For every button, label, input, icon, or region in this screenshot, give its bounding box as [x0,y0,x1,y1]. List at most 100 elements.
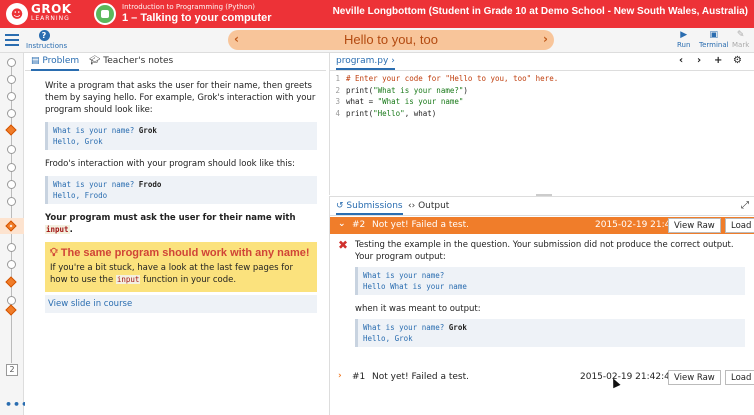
mark-label: Mark [732,41,750,49]
slide-dot[interactable] [7,180,16,189]
slide-dot[interactable] [7,58,16,67]
tab-output-label: Output [418,201,450,211]
gear-icon[interactable]: ⚙ [733,55,742,66]
slide-dot[interactable] [7,109,16,118]
slide-dot[interactable] [7,260,16,269]
expand-icon[interactable]: ⤢ [741,200,749,211]
prev-file-icon[interactable]: ‹ [679,55,683,66]
mark-button[interactable]: ✎ Mark [732,30,749,49]
file-tab[interactable]: program.py › [336,56,395,70]
terminal-icon: ▣ [709,30,719,40]
expected-label: when it was meant to output: [355,304,481,314]
editor-tabs: program.py › ‹ › + ⚙ [330,53,754,71]
hint-title-text: The same program should work with any na… [60,247,310,259]
tab-problem[interactable]: ▤ Problem [31,56,80,71]
problem-tabs: ▤ Problem 🎓︎ Teacher's notes [25,53,326,71]
terminal-button[interactable]: ▣ Terminal [699,30,729,49]
instructions-button[interactable]: ? Instructions [26,30,67,50]
load-button[interactable]: Load [725,218,754,233]
problem-slide-icon[interactable] [5,124,17,136]
failure-x-icon: ✖ [338,238,349,252]
submission-status: Not yet! Failed a test. [372,220,469,230]
example-output: Hello, Grok [53,137,103,146]
submissions-tabs: ↺ Submissions ‹› Output ⤢ [330,197,754,216]
slide-list-icon[interactable] [5,34,19,46]
load-button[interactable]: Load [725,370,754,385]
problem-slide-icon[interactable] [5,276,17,288]
next-slide-icon[interactable]: › [543,32,548,46]
hint-code: input [115,275,141,284]
tab-submissions-label: Submissions [346,201,403,211]
requirement-post: . [69,225,73,235]
tab-teachers-notes[interactable]: 🎓︎ Teacher's notes [89,56,173,66]
page-number[interactable]: 2 [6,364,18,376]
slide-dot[interactable] [7,296,16,305]
toolbar: ? Instructions ‹ Hello to you, too › ▶ R… [0,28,754,53]
hint-post: function in your code. [140,275,237,285]
requirement-text: Your program must ask the user for their… [45,212,317,236]
slide-dot[interactable] [7,243,16,252]
tab-output[interactable]: ‹› Output [408,201,449,211]
submission-timestamp: 2015-02-19 21:42:45 [580,372,676,382]
example-interaction-frodo: What is your name? Frodo Hello, Frodo [45,176,317,204]
problem-panel: ▤ Problem 🎓︎ Teacher's notes Write a pro… [25,53,326,415]
terminal-label: Terminal [699,41,729,49]
top-bar: ☻ GROK LEARNING Introduction to Programm… [0,0,754,28]
user-info[interactable]: Neville Longbottom (Student in Grade 10 … [333,6,748,17]
mark-icon: ✎ [736,30,745,40]
code-area[interactable]: 1 # Enter your code for "Hello to you, to… [330,73,754,119]
brand-tagline: LEARNING [31,15,70,22]
code-string: "What is your name" [377,97,464,106]
code-comment: # Enter your code for "Hello to you, too… [346,74,559,83]
code-string: "Hello" [373,108,405,118]
python-course-icon [94,3,116,25]
chevron-right-icon[interactable]: › [338,371,342,381]
slide-dot[interactable] [7,145,16,154]
code-icon: ‹› [408,201,419,211]
view-slide-link[interactable]: View slide in course [45,295,317,313]
instructions-label: Instructions [26,42,68,50]
tab-teachers-notes-label: Teacher's notes [103,56,174,66]
add-file-icon[interactable]: + [714,55,722,66]
code-text: what = [346,97,378,106]
view-raw-button[interactable]: View Raw [668,218,721,233]
document-icon: ▤ [31,56,43,66]
slide-dot[interactable] [7,163,16,172]
code-text: print( [346,85,374,95]
course-title[interactable]: 1 – Talking to your computer [122,12,272,24]
expected-input: Grok [448,323,467,332]
example-output: Hello, Frodo [53,191,108,200]
chevron-down-icon[interactable]: ⌄ [338,219,346,229]
history-icon: ↺ [336,201,347,211]
submission-row[interactable]: › #1 Not yet! Failed a test. 2015-02-19 … [330,369,754,386]
problem-slide-icon[interactable] [5,304,17,316]
course-subtitle[interactable]: Introduction to Programming (Python) [122,3,255,11]
tab-problem-label: Problem [42,56,80,66]
problem-intro: Write a program that asks the user for t… [45,81,316,115]
line-number: 1 [335,74,340,83]
line-number: 3 [335,97,340,106]
slide-navigator: ‹ Hello to you, too › [228,30,554,50]
lightbulb-icon: 💡︎ [50,247,61,259]
problem-content: Write a program that asks the user for t… [45,80,317,313]
tab-submissions[interactable]: ↺ Submissions [336,201,403,215]
code-line: 4 print("Hello", what) [330,108,754,120]
frodo-intro: Frodo's interaction with your program sh… [45,159,295,169]
view-raw-button[interactable]: View Raw [668,370,721,385]
submission-status: Not yet! Failed a test. [372,372,469,382]
slide-dot[interactable] [7,197,16,206]
requirement-code: input [45,225,70,234]
slide-dot[interactable] [7,92,16,101]
example-prompt: What is your name? [53,180,139,189]
example-input: Grok [138,126,157,135]
failure-explanation: Testing the example in the question. You… [355,240,734,262]
submission-row[interactable]: ⌄ #2 Not yet! Failed a test. 2015-02-19 … [330,217,754,234]
actual-output-block: What is your name? Hello What is your na… [355,267,745,295]
example-interaction-grok: What is your name? Grok Hello, Grok [45,122,317,150]
next-file-icon[interactable]: › [697,55,701,66]
grok-logo[interactable]: ☻ GROK LEARNING [6,3,72,25]
grok-logo-icon: ☻ [6,3,28,25]
brand-name: GROK [31,2,72,16]
slide-dot[interactable] [7,75,16,84]
run-button[interactable]: ▶ Run [677,30,690,49]
